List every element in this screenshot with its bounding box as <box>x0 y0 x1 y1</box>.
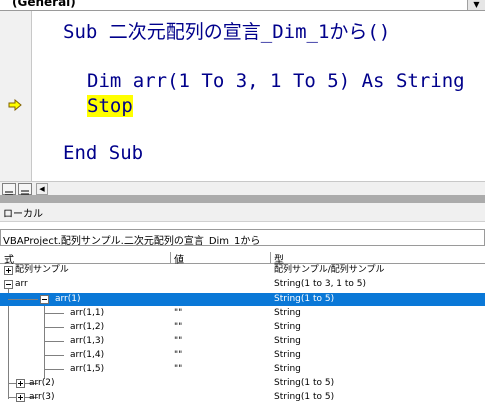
row-type: String <box>274 364 301 374</box>
row-type: String(1 to 5) <box>274 294 335 304</box>
procedure-name: 二次元配列の宣言_Dim_1から() <box>97 21 391 43</box>
expand-icon[interactable] <box>16 379 25 388</box>
row-type: String <box>274 350 301 360</box>
tree-line <box>44 313 64 314</box>
collapse-icon[interactable] <box>40 295 49 304</box>
row-expression: arr(1,4) <box>70 350 105 360</box>
row-type: String <box>274 336 301 346</box>
locals-context-text: VBAProject.配列サンプル.二次元配列の宣言_Dim_1から <box>3 236 261 246</box>
row-value: "" <box>174 322 183 332</box>
execution-arrow-icon <box>8 99 22 111</box>
locals-row[interactable]: arr(1,5) "" String <box>0 363 485 376</box>
row-expression: arr(3) <box>29 392 55 402</box>
view-toolbar: ◀ <box>0 181 485 198</box>
code-text: arr(1 <box>121 70 202 92</box>
locals-row[interactable]: arr(1,1) "" String <box>0 307 485 320</box>
combo-dropdown-button[interactable]: ▼ <box>467 0 485 10</box>
locals-window-title: ローカル <box>3 209 43 220</box>
row-expression: arr(1) <box>55 294 81 304</box>
locals-context-box[interactable]: VBAProject.配列サンプル.二次元配列の宣言_Dim_1から <box>0 229 485 246</box>
keyword-to: To <box>201 70 225 92</box>
row-value: "" <box>174 350 183 360</box>
keyword-to: To <box>292 70 316 92</box>
locals-row-selected[interactable]: arr(1) String(1 to 5) <box>0 293 485 306</box>
row-expression: arr(1,2) <box>70 322 105 332</box>
code-text: 5) <box>315 70 362 92</box>
row-expression: arr <box>15 279 28 289</box>
keyword-dim: Dim <box>87 70 122 92</box>
code-line-dim[interactable]: Dim arr(1 To 3, 1 To 5) As String <box>87 70 465 92</box>
row-value: "" <box>174 308 183 318</box>
full-module-view-icon[interactable] <box>18 183 32 198</box>
row-value: "" <box>174 364 183 374</box>
keyword-sub: Sub <box>63 21 98 43</box>
locals-grid[interactable]: 式 値 型 配列サンプル 配列サンプル/配列サンプル arr String(1 … <box>0 252 485 420</box>
tree-line <box>8 299 38 300</box>
keyword-as: As <box>361 70 385 92</box>
collapse-icon[interactable] <box>4 280 13 289</box>
row-expression: 配列サンプル <box>15 265 69 275</box>
tree-line <box>44 327 64 328</box>
locals-row[interactable]: arr(1,2) "" String <box>0 321 485 334</box>
locals-row[interactable]: arr(1,3) "" String <box>0 335 485 348</box>
code-editor[interactable]: Sub 二次元配列の宣言_Dim_1から() Dim arr(1 To 3, 1… <box>0 11 485 181</box>
expand-icon[interactable] <box>16 393 25 402</box>
locals-grid-header: 式 値 型 <box>0 252 485 266</box>
code-line-stop-current[interactable]: Stop <box>87 95 133 117</box>
locals-row[interactable]: arr(2) String(1 to 5) <box>0 377 485 390</box>
code-line-end-sub[interactable]: End Sub <box>63 142 143 164</box>
row-type: String(1 to 5) <box>274 378 335 388</box>
locals-window-titlebar: ローカル <box>0 203 485 222</box>
keyword-end-sub: End Sub <box>63 142 144 164</box>
row-type: String <box>274 308 301 318</box>
locals-row[interactable]: arr String(1 to 3, 1 to 5) <box>0 278 485 291</box>
code-text: 3, 1 <box>224 70 293 92</box>
code-line-sub[interactable]: Sub 二次元配列の宣言_Dim_1から() <box>63 21 390 43</box>
object-combo-text: (General) <box>12 0 76 9</box>
expand-icon[interactable] <box>4 266 13 275</box>
row-expression: arr(1,3) <box>70 336 105 346</box>
row-expression: arr(2) <box>29 378 55 388</box>
object-combo-box[interactable]: (General) ▼ <box>0 0 485 11</box>
row-value: "" <box>174 336 183 346</box>
keyword-string: String <box>395 70 465 92</box>
pane-separator[interactable] <box>0 195 485 203</box>
tree-line <box>44 341 64 342</box>
margin-indicator-bar[interactable] <box>0 11 32 181</box>
row-type: String(1 to 3, 1 to 5) <box>274 279 367 289</box>
procedure-view-icon[interactable] <box>2 183 16 196</box>
locals-row[interactable]: arr(3) String(1 to 5) <box>0 391 485 404</box>
row-expression: arr(1,1) <box>70 308 105 318</box>
column-divider[interactable] <box>270 252 271 263</box>
column-divider[interactable] <box>170 252 171 263</box>
row-type: String(1 to 5) <box>274 392 335 402</box>
row-type: String <box>274 322 301 332</box>
locals-row[interactable]: 配列サンプル 配列サンプル/配列サンプル <box>0 264 485 277</box>
row-type: 配列サンプル/配列サンプル <box>274 265 385 275</box>
tree-line <box>44 369 64 370</box>
tree-line <box>44 355 64 356</box>
locals-row[interactable]: arr(1,4) "" String <box>0 349 485 362</box>
row-expression: arr(1,5) <box>70 364 105 374</box>
scroll-left-icon[interactable]: ◀ <box>36 183 48 195</box>
